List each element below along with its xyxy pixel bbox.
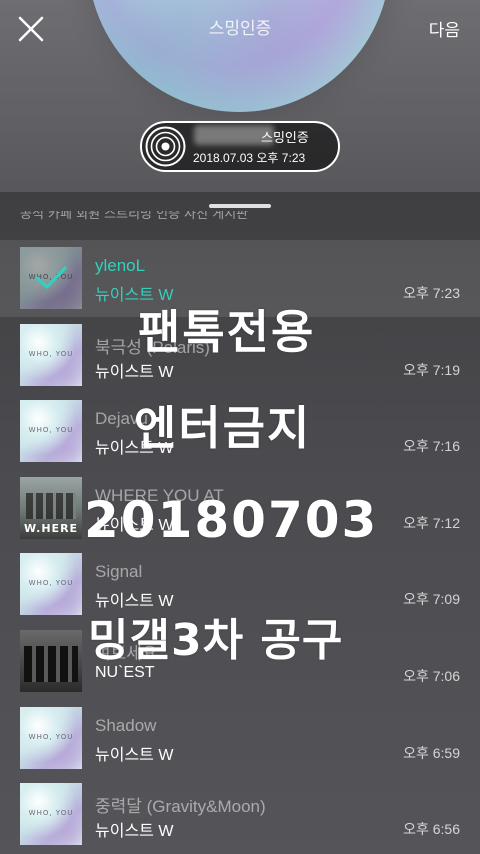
album-art-text: WHO, YOU: [28, 426, 74, 435]
album-thumbnail: WHO, YOU: [20, 247, 82, 309]
next-button[interactable]: 다음: [429, 16, 460, 41]
song-title: Shadow: [95, 715, 157, 735]
song-time: 오후 6:59: [403, 744, 460, 761]
badge-title: 스밍인증: [261, 130, 309, 145]
album-art-text: WHO, YOU: [28, 732, 74, 741]
check-icon: [20, 247, 82, 309]
album-art-text: WHO, YOU: [28, 349, 74, 358]
song-artist: 뉴이스트 W: [95, 593, 174, 611]
song-title: Dejavu: [95, 409, 148, 429]
song-artist: 뉴이스트 W: [95, 516, 174, 534]
song-time: 오후 7:12: [403, 514, 460, 531]
song-time: 오후 7:06: [403, 668, 460, 684]
song-artist: 뉴이스트 W: [95, 363, 174, 381]
song-title: 북극성 (Polaris): [95, 337, 210, 357]
song-time: 오후 7:16: [403, 438, 460, 455]
album-thumbnail: WHO, YOU: [20, 783, 82, 846]
song-row[interactable]: WHO, YOU 북극성 (Polaris) 뉴이스트 W 오후 7:19: [0, 317, 480, 394]
sheet-caption: 공식 카페 회원 스트리밍 인증 사진 게시판: [20, 211, 249, 222]
song-time: 오후 7:09: [403, 591, 460, 608]
song-time: 오후 7:23: [403, 285, 460, 301]
sheet-drag-handle[interactable]: [209, 204, 271, 208]
badge-timestamp: 2018.07.03 오후 7:23: [193, 151, 306, 165]
song-row[interactable]: WHO, YOU ylenoL 뉴이스트 W 오후 7:23: [0, 240, 480, 317]
album-art-text: WHO, YOU: [28, 579, 74, 588]
song-title: 여보세요: [95, 644, 158, 663]
album-thumbnail: WHO, YOU: [20, 400, 82, 463]
vinyl-disc-icon: [145, 126, 186, 167]
album-thumbnail: WHO, YOU: [20, 706, 82, 769]
album-art-text: W.HERE: [23, 521, 79, 535]
song-time: 오후 6:56: [403, 821, 460, 838]
album-thumbnail: WHO, YOU: [20, 323, 82, 386]
song-row[interactable]: W.HERE WHERE YOU AT 뉴이스트 W 오후 7:12: [0, 470, 480, 547]
song-list-sheet: 공식 카페 회원 스트리밍 인증 사진 게시판 WHO, YOU ylenoL 뉴이…: [0, 192, 480, 854]
album-thumbnail: W.HERE: [20, 476, 82, 539]
song-row[interactable]: WHO, YOU Dejavu 뉴이스트 W 오후 7:16: [0, 393, 480, 470]
song-time: 오후 7:19: [403, 361, 460, 378]
song-artist: 뉴이스트 W: [95, 440, 174, 458]
song-title: 중력달 (Gravity&Moon): [95, 797, 266, 817]
song-row[interactable]: WHO, YOU Signal 뉴이스트 W 오후 7:09: [0, 546, 480, 623]
song-title: WHERE YOU AT: [95, 485, 224, 505]
header: 스밍인증 다음 스밍인증 2018.07.03 오후 7:23: [0, 0, 480, 192]
album-art-text: WHO, YOU: [28, 809, 74, 818]
song-title: ylenoL: [95, 256, 146, 275]
song-row[interactable]: WHO, YOU 중력달 (Gravity&Moon) 뉴이스트 W 오후 6:56: [0, 776, 480, 853]
song-artist: 뉴이스트 W: [95, 823, 174, 841]
song-row[interactable]: WHO, YOU Shadow 뉴이스트 W 오후 6:59: [0, 700, 480, 777]
album-art-figures: [26, 492, 76, 519]
song-artist: 뉴이스트 W: [95, 746, 174, 764]
song-title: Signal: [95, 562, 143, 582]
album-thumbnail: WHO, YOU: [20, 553, 82, 616]
page-title: 스밍인증: [208, 19, 272, 38]
album-art-figures: [24, 646, 78, 682]
song-artist: NU`EST: [95, 664, 155, 681]
album-thumbnail: [20, 630, 82, 692]
song-row[interactable]: 여보세요 NU`EST 오후 7:06: [0, 623, 480, 700]
song-artist: 뉴이스트 W: [95, 287, 174, 304]
streaming-badge: 스밍인증 2018.07.03 오후 7:23: [140, 121, 340, 172]
